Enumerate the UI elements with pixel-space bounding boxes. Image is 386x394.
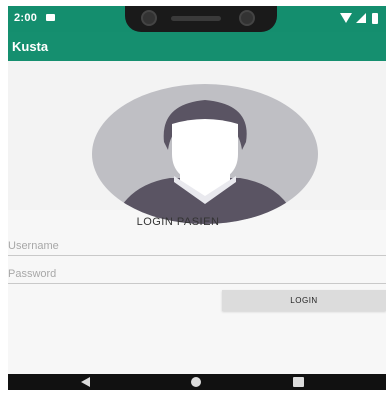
- app-bar: Kusta: [8, 32, 386, 61]
- status-time: 2:00: [14, 12, 38, 24]
- login-title: LOGIN PASIEN: [136, 216, 220, 228]
- login-button[interactable]: LOGIN: [222, 290, 386, 311]
- recents-icon[interactable]: [293, 377, 304, 387]
- username-input[interactable]: [8, 237, 386, 255]
- status-icons: [340, 12, 378, 24]
- camera-icon: [141, 10, 157, 26]
- avatar-header: [8, 61, 386, 224]
- battery-icon: [372, 12, 378, 24]
- sensor-icon: [239, 10, 255, 26]
- status-bar: 2:00: [8, 6, 386, 32]
- home-icon[interactable]: [191, 377, 201, 387]
- camera-notch: [125, 6, 277, 32]
- navigation-bar: [8, 374, 386, 390]
- phone-screen: 2:00 Kusta LOGIN PASIEN Username LOGIN: [8, 6, 386, 390]
- username-field: [8, 236, 386, 256]
- wifi-icon: [340, 13, 352, 23]
- speaker-grille: [171, 16, 221, 21]
- signal-icon: [356, 13, 366, 23]
- user-placeholder-icon: [92, 84, 318, 224]
- app-title: Kusta: [12, 39, 49, 54]
- notification-icon: [46, 14, 55, 21]
- password-field: [8, 264, 386, 284]
- password-input[interactable]: [8, 265, 386, 283]
- back-icon[interactable]: [81, 377, 90, 387]
